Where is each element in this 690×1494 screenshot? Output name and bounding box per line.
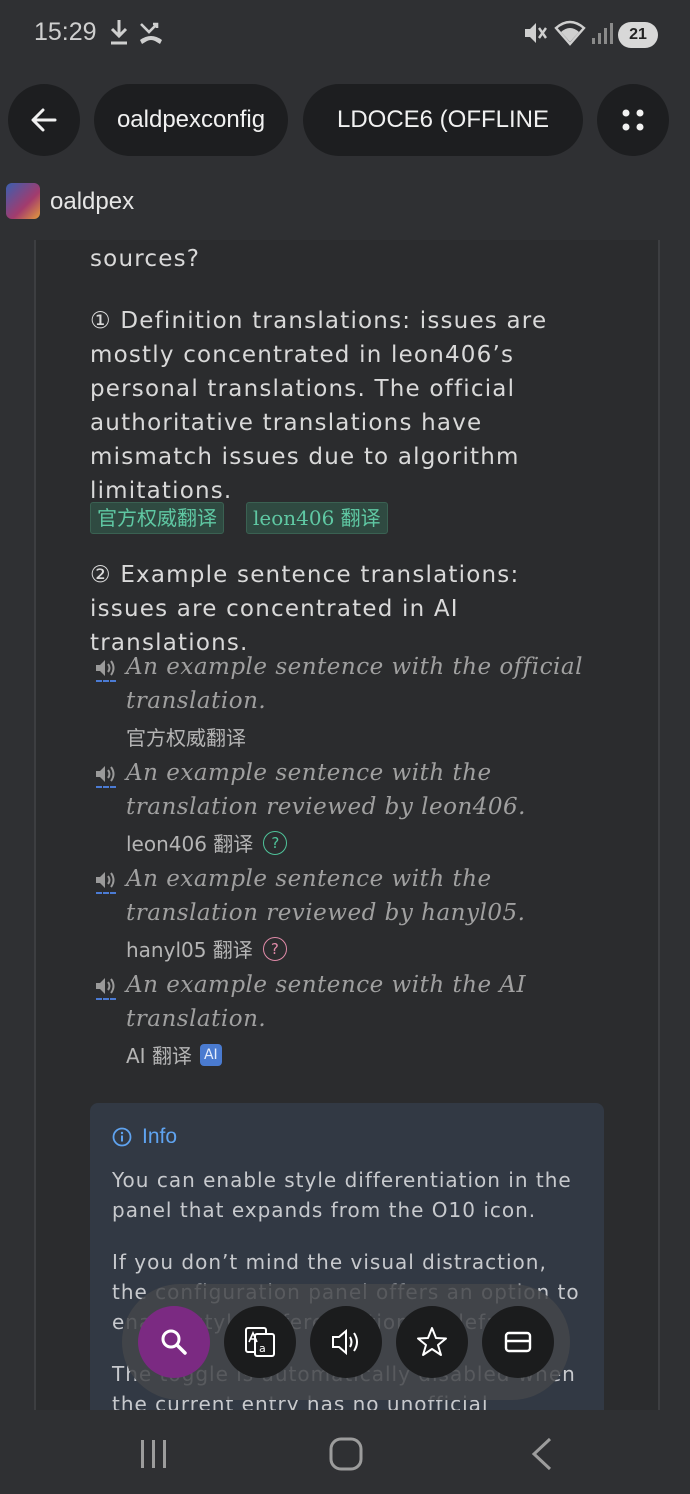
search-button[interactable] <box>138 1306 210 1378</box>
example-item: An example sentence with the translation… <box>94 862 614 962</box>
example-sentence: An example sentence with the translation… <box>126 866 526 926</box>
example-translation-row: leon406 翻译 ? <box>126 828 288 857</box>
download-icon <box>110 20 128 45</box>
help-badge[interactable]: ? <box>262 936 287 961</box>
translate-icon: a <box>245 1327 275 1357</box>
panel-button[interactable] <box>482 1306 554 1378</box>
wifi-icon <box>554 20 586 46</box>
audio-underline <box>96 680 116 682</box>
heading-tail: sources? <box>90 246 201 272</box>
search-icon <box>161 1329 187 1355</box>
tab-label: oaldpexconfig <box>116 106 266 133</box>
battery-indicator: 21 <box>618 22 658 48</box>
missed-call-icon <box>140 22 162 44</box>
signal-icon <box>592 23 613 44</box>
example-sentence: An example sentence with the translation… <box>126 760 526 820</box>
tab-oaldpexconfig[interactable]: oaldpexconfig <box>94 84 288 156</box>
translate-button[interactable]: a <box>224 1306 296 1378</box>
top-bar: oaldpexconfig LDOCE6 (OFFLINE <box>0 84 690 156</box>
recent-apps-icon[interactable] <box>138 1438 172 1470</box>
example-item: An example sentence with the translation… <box>94 756 614 856</box>
example-item: An example sentence with the AI translat… <box>94 968 614 1068</box>
example-item: An example sentence with the official tr… <box>94 650 614 750</box>
content-card: sources? ① Definition translations: issu… <box>34 240 660 1410</box>
example-note: ② Example sentence translations: issues … <box>90 562 520 656</box>
back-nav-icon[interactable] <box>526 1436 556 1472</box>
help-badge[interactable]: ? <box>263 830 288 855</box>
arrow-left-icon <box>31 108 57 132</box>
grid-dots-icon <box>622 109 644 131</box>
speaker-icon[interactable] <box>94 656 118 680</box>
tag-official-translation: 官方权威翻译 <box>90 502 224 534</box>
star-icon <box>417 1327 447 1356</box>
example-sentence: An example sentence with the AI translat… <box>126 972 527 1032</box>
example-sentence: An example sentence with the official tr… <box>126 654 583 714</box>
audio-underline <box>96 786 116 788</box>
tab-ldoce6[interactable]: LDOCE6 (OFFLINE <box>303 84 583 156</box>
example-translation-row: 官方权威翻译 <box>126 722 246 751</box>
speaker-icon[interactable] <box>94 868 118 892</box>
tag-leon-translation: leon406 翻译 <box>246 502 388 534</box>
example-translation-row: hanyl05 翻译 ? <box>126 934 287 963</box>
example-translation: AI 翻译 <box>126 1044 192 1068</box>
floating-toolbar: a <box>122 1284 570 1400</box>
favorite-button[interactable] <box>396 1306 468 1378</box>
tab-label: LDOCE6 (OFFLINE <box>336 106 550 133</box>
example-translation: hanyl05 翻译 <box>126 938 253 962</box>
audio-underline <box>96 998 116 1000</box>
definition-note: ① Definition translations: issues are mo… <box>90 308 548 504</box>
speaker-icon[interactable] <box>94 762 118 786</box>
pronounce-button[interactable] <box>310 1306 382 1378</box>
example-translation: 官方权威翻译 <box>126 726 246 750</box>
app-name: oaldpex <box>50 188 135 215</box>
ai-badge: AI <box>199 1043 222 1066</box>
svg-text:a: a <box>259 1342 266 1355</box>
info-title-row: Info <box>112 1125 177 1149</box>
info-title: Info <box>142 1125 178 1148</box>
status-bar: 15:29 21 <box>0 0 690 68</box>
mute-icon <box>525 23 547 43</box>
audio-underline <box>96 892 116 894</box>
example-translation-row: AI 翻译 AI <box>126 1040 222 1069</box>
system-nav-bar <box>0 1410 690 1494</box>
app-logo <box>6 183 40 219</box>
info-paragraph: You can enable style differentiation in … <box>112 1168 572 1222</box>
status-time: 15:29 <box>34 18 97 46</box>
menu-button[interactable] <box>597 84 669 156</box>
home-icon[interactable] <box>328 1436 366 1472</box>
back-button[interactable] <box>8 84 80 156</box>
app-header: oaldpex <box>0 180 690 228</box>
info-icon <box>112 1127 132 1147</box>
example-translation: leon406 翻译 <box>126 832 254 856</box>
speaker-icon[interactable] <box>94 974 118 998</box>
speaker-icon <box>332 1328 358 1356</box>
panel-icon <box>504 1331 532 1353</box>
